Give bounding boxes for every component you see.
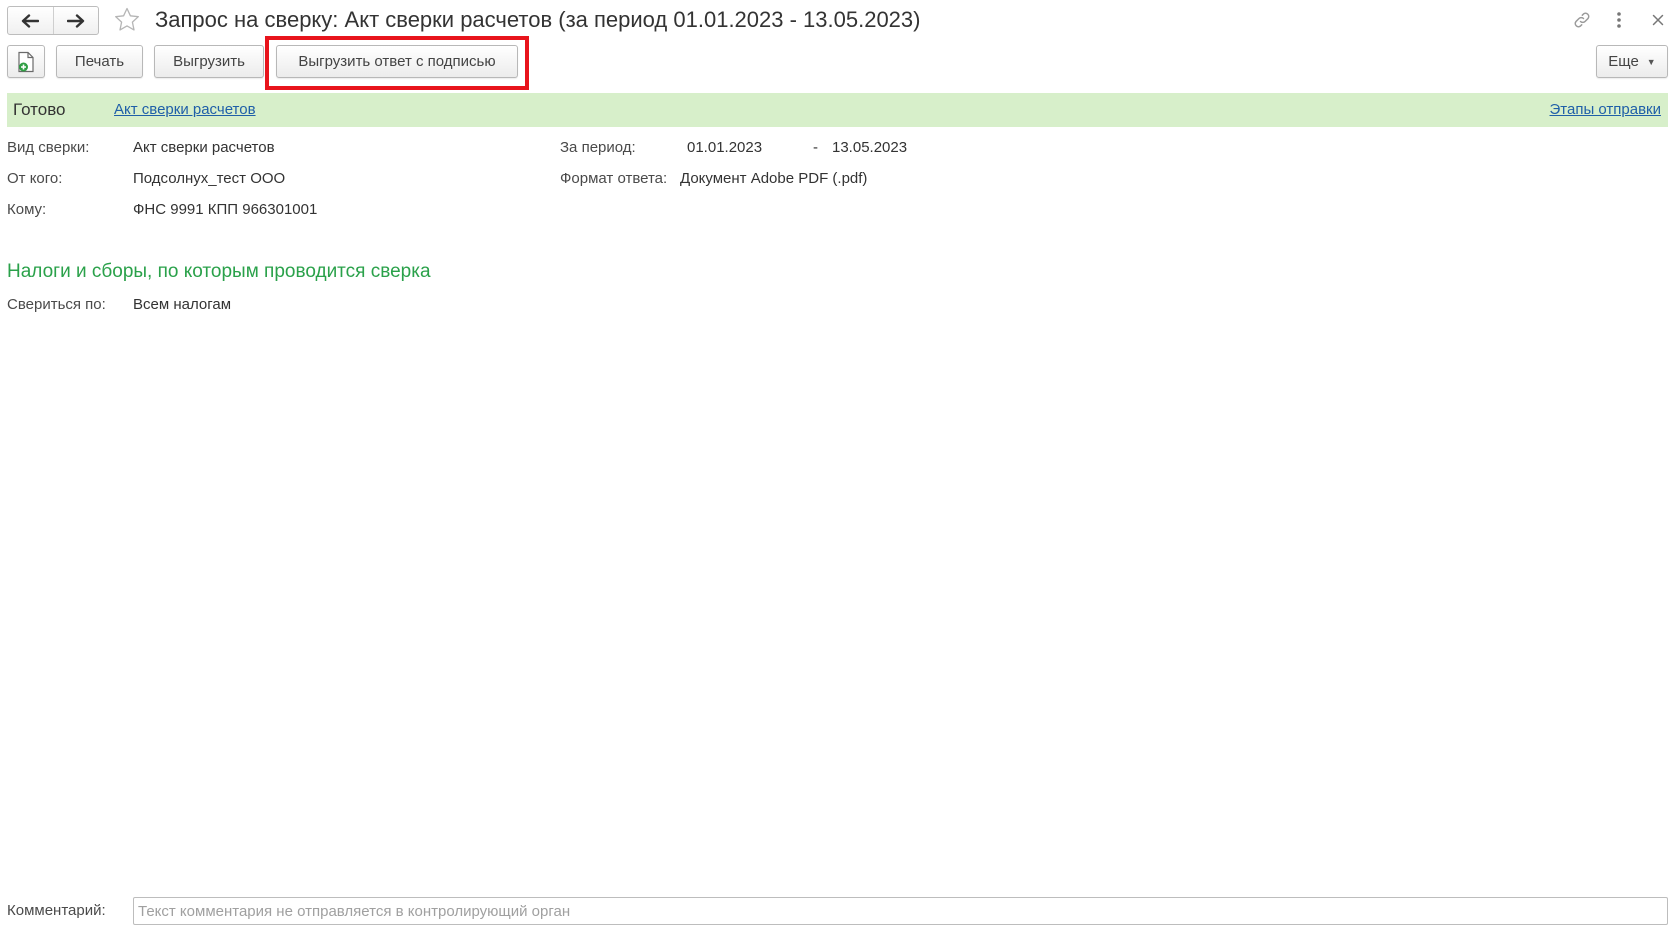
document-link[interactable]: Акт сверки расчетов (114, 101, 256, 118)
export-button[interactable]: Выгрузить (154, 45, 264, 78)
navigation-buttons (7, 6, 99, 35)
more-menu-label: Еще (1608, 53, 1639, 70)
arrow-right-icon (66, 13, 85, 28)
period-from-value: 01.01.2023 (687, 139, 763, 156)
comment-label: Комментарий: (7, 902, 106, 919)
create-document-button[interactable] (7, 45, 45, 78)
export-signed-response-button[interactable]: Выгрузить ответ с подписью (276, 45, 518, 78)
title-bar: Запрос на сверку: Акт сверки расчетов (з… (0, 0, 1675, 40)
more-menu-button[interactable]: Еще ▼ (1596, 45, 1668, 78)
arrow-left-icon (22, 13, 40, 28)
chevron-down-icon: ▼ (1646, 56, 1656, 67)
command-bar: Печать Выгрузить Выгрузить ответ с подпи… (0, 45, 1675, 81)
period-separator: - (813, 139, 818, 156)
to-value: ФНС 9991 КПП 966301001 (133, 201, 318, 218)
send-stages-link[interactable]: Этапы отправки (1550, 101, 1662, 118)
link-icon[interactable] (1571, 9, 1593, 31)
from-value: Подсолнух_тест ООО (133, 170, 286, 187)
more-options-icon[interactable] (1608, 9, 1630, 31)
window-title: Запрос на сверку: Акт сверки расчетов (з… (155, 7, 921, 32)
check-by-value: Всем налогам (133, 296, 232, 313)
type-value: Акт сверки расчетов (133, 139, 275, 156)
forward-button[interactable] (52, 7, 98, 34)
format-value: Документ Adobe PDF (.pdf) (680, 170, 868, 187)
status-text: Готово (13, 100, 66, 119)
period-to-value: 13.05.2023 (832, 139, 908, 156)
type-label: Вид сверки: (7, 139, 90, 156)
period-label: За период: (560, 139, 636, 156)
back-button[interactable] (8, 7, 53, 34)
comment-input[interactable] (133, 897, 1668, 925)
print-button[interactable]: Печать (56, 45, 143, 78)
check-by-label: Свериться по: (7, 296, 106, 313)
favorite-star-icon[interactable] (112, 5, 142, 35)
to-label: Кому: (7, 201, 47, 218)
status-bar: Готово Акт сверки расчетов Этапы отправк… (7, 93, 1668, 127)
format-label: Формат ответа: (560, 170, 668, 187)
document-add-icon (18, 51, 34, 72)
taxes-section-title: Налоги и сборы, по которым проводится св… (7, 261, 431, 282)
close-icon[interactable] (1647, 9, 1669, 31)
from-label: От кого: (7, 170, 63, 187)
